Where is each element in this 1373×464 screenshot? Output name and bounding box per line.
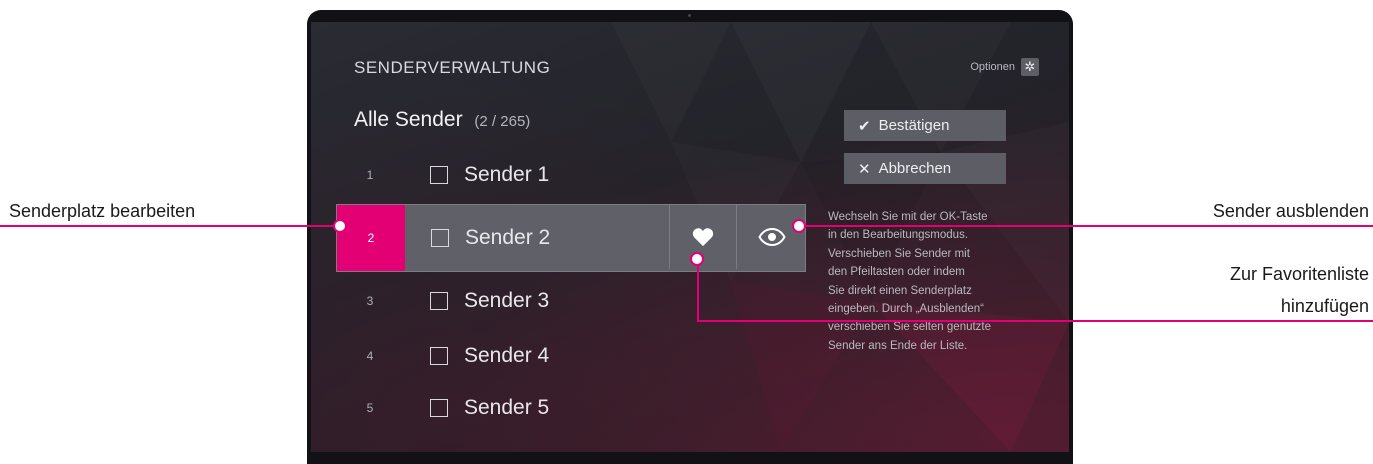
annotation-dot-hide: [792, 219, 806, 233]
help-text: Wechseln Sie mit der OK-Taste in den Bea…: [828, 208, 1058, 355]
help-line: eingeben. Durch „Ausblenden“: [828, 303, 984, 316]
annotation-edit-slot: Senderplatz bearbeiten: [9, 201, 196, 221]
help-line: in den Bearbeitungsmodus.: [828, 229, 969, 242]
gear-icon: ✲: [1021, 58, 1039, 76]
annotation-dot-favorites: [690, 252, 704, 266]
annotation-hide-channel: Sender ausblenden: [1212, 201, 1369, 221]
annotation-line-edit-slot: [0, 225, 340, 227]
annotation-line-favorites-horizontal: [697, 320, 1373, 322]
close-icon: ✕: [858, 160, 871, 178]
help-line: Sender ans Ende der Liste.: [828, 339, 968, 352]
check-icon: ✔: [858, 117, 871, 135]
channel-checkbox[interactable]: [430, 347, 448, 365]
tv-camera: [688, 14, 691, 17]
list-count: (2 / 265): [474, 113, 531, 130]
cancel-button[interactable]: ✕ Abbrechen: [844, 153, 1006, 184]
heart-icon: [692, 228, 714, 247]
channel-number[interactable]: 2: [337, 205, 405, 271]
help-line: Verschieben Sie Sender mit: [828, 247, 970, 260]
tv-frame: SENDERVERWALTUNG Optionen ✲ Alle Sender …: [307, 10, 1073, 464]
channel-name: Sender 5: [464, 396, 550, 419]
annotation-dot-edit-slot: [333, 219, 347, 233]
channel-checkbox[interactable]: [431, 229, 449, 247]
channel-row-selected[interactable]: 2 Sender 2: [336, 204, 806, 272]
confirm-label: Bestätigen: [878, 117, 950, 134]
channel-row[interactable]: 1 Sender 1: [336, 142, 806, 208]
channel-number: 1: [366, 168, 374, 182]
hide-button[interactable]: [736, 205, 806, 269]
tv-bezel-bottom: [307, 452, 1073, 464]
channel-checkbox[interactable]: [430, 399, 448, 417]
annotation-favorites-line1: Zur Favoritenliste: [1229, 264, 1369, 284]
channel-checkbox[interactable]: [430, 292, 448, 310]
options-label: Optionen: [970, 61, 1015, 73]
tv-screen: SENDERVERWALTUNG Optionen ✲ Alle Sender …: [311, 22, 1069, 452]
eye-icon: [757, 228, 786, 246]
options-button[interactable]: Optionen ✲: [970, 58, 1039, 76]
cancel-label: Abbrechen: [878, 160, 952, 177]
annotation-favorites-line2: hinzufügen: [1280, 296, 1369, 316]
help-line: Sie direkt einen Senderplatz: [828, 284, 972, 297]
confirm-button[interactable]: ✔ Bestätigen: [844, 110, 1006, 141]
page-title: SENDERVERWALTUNG: [354, 58, 551, 77]
annotation-line-favorites-vertical: [697, 258, 699, 322]
annotation-line-hide: [800, 225, 1373, 227]
channel-name: Sender 1: [464, 163, 550, 186]
help-line: den Pfeiltasten oder indem: [828, 266, 965, 279]
help-line: Wechseln Sie mit der OK-Taste: [828, 211, 988, 223]
list-title: Alle Sender (2 / 265): [354, 108, 530, 132]
list-title-text: Alle Sender: [354, 108, 463, 131]
channel-name: Sender 2: [465, 226, 551, 249]
channel-number: 5: [366, 401, 374, 415]
channel-row[interactable]: 5 Sender 5: [336, 375, 806, 441]
channel-checkbox[interactable]: [430, 166, 448, 184]
